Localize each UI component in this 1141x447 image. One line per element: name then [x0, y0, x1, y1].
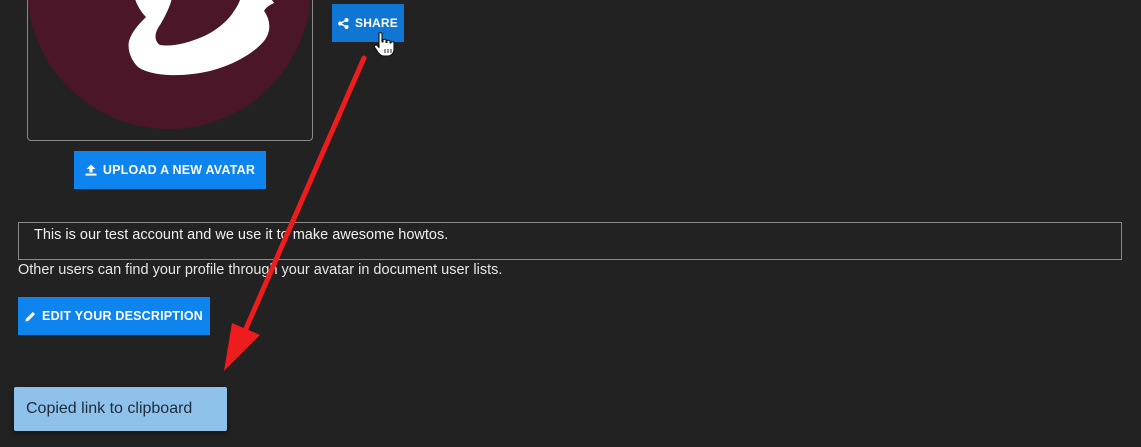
upload-avatar-button[interactable]: UPLOAD A NEW AVATAR	[74, 151, 266, 189]
share-button-label: SHARE	[354, 16, 398, 30]
toast-message: Copied link to clipboard	[26, 400, 193, 417]
avatar-frame	[27, 0, 313, 141]
edit-description-label: EDIT YOUR DESCRIPTION	[42, 309, 203, 323]
upload-icon	[85, 164, 97, 176]
share-icon	[338, 17, 349, 29]
description-hint: Other users can find your profile throug…	[18, 262, 503, 278]
edit-description-button[interactable]: EDIT YOUR DESCRIPTION	[18, 297, 210, 335]
toast-notification: Copied link to clipboard	[14, 387, 227, 431]
avatar	[28, 0, 311, 129]
description-text: This is our test account and we use it t…	[34, 227, 449, 243]
upload-avatar-label: UPLOAD A NEW AVATAR	[102, 163, 256, 177]
arrow-head	[224, 323, 260, 371]
pencil-icon	[25, 311, 36, 322]
hand-pointer-icon	[373, 32, 397, 63]
description-field[interactable]: This is our test account and we use it t…	[18, 222, 1122, 260]
